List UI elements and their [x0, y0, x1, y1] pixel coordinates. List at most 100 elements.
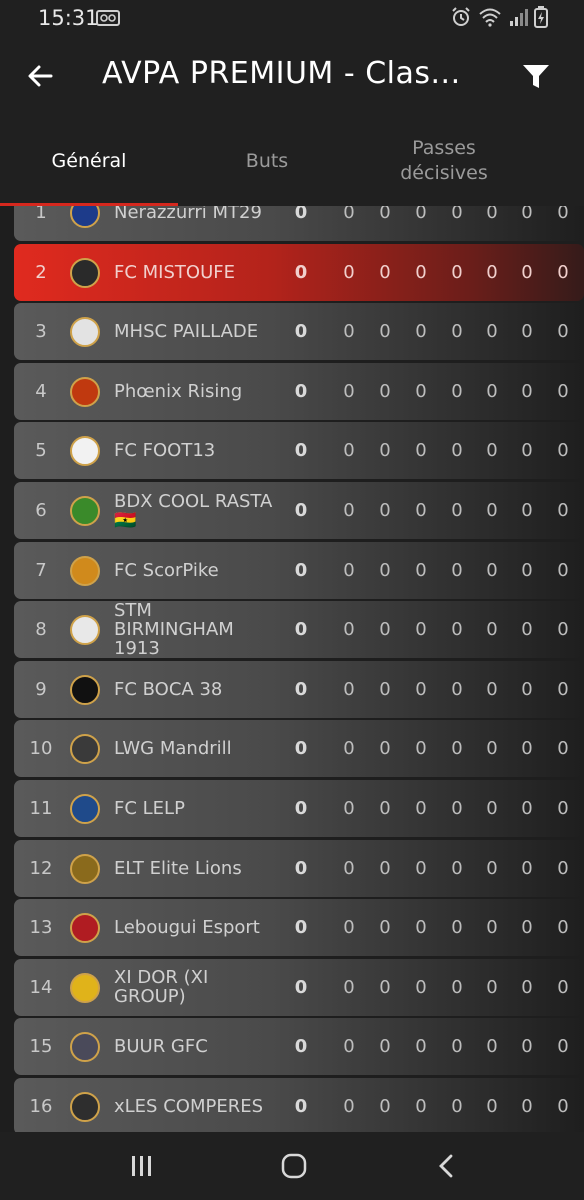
back-nav-button[interactable] [424, 1148, 468, 1184]
rank-cell: 16 [29, 1096, 53, 1117]
team-logo [70, 555, 100, 586]
team-logo [70, 257, 100, 288]
rank-cell: 6 [35, 500, 47, 521]
stat-cell: 0 [343, 261, 355, 283]
team-logo [70, 734, 100, 765]
arrow-left-icon [28, 65, 53, 87]
stat-cell: 0 [343, 206, 355, 223]
team-name: Lebougui Esport [114, 899, 274, 956]
rank-cell: 9 [35, 678, 47, 700]
page-title: AVPA PREMIUM - Clas... [102, 56, 461, 91]
status-time: 15:31 [38, 6, 99, 30]
rank-cell: 11 [29, 798, 53, 819]
points-cell: 0 [294, 857, 308, 879]
recent-apps-button[interactable] [120, 1148, 164, 1184]
stat-cell: 0 [486, 500, 498, 521]
tab-buts[interactable]: Buts [178, 116, 356, 206]
team-logo [70, 972, 100, 1003]
stat-cell: 0 [343, 619, 355, 641]
stat-cell: 0 [415, 857, 427, 879]
points-cell: 0 [294, 261, 308, 283]
table-row[interactable]: 13 Lebougui Esport 0 0 0 0 0 0 0 0 [14, 899, 584, 957]
rank-cell: 5 [35, 440, 47, 462]
stat-cell: 0 [379, 440, 391, 462]
team-name: BUUR GFC [114, 1018, 274, 1075]
stat-cell: 0 [486, 917, 498, 939]
table-row[interactable]: 5 FC FOOT13 0 0 0 0 0 0 0 0 [14, 422, 584, 480]
stat-cell: 0 [521, 321, 533, 343]
table-row[interactable]: 10 LWG Mandrill 0 0 0 0 0 0 0 0 [14, 720, 584, 778]
stat-cell: 0 [343, 500, 355, 521]
table-row[interactable]: 7 FC ScorPike 0 0 0 0 0 0 0 0 [14, 541, 584, 599]
stat-cell: 0 [557, 261, 569, 283]
table-row[interactable]: 6 BDX COOL RASTA 🇬🇭 0 0 0 0 0 0 0 0 [14, 482, 584, 539]
stat-cell: 0 [451, 500, 463, 521]
team-name-text: MHSC PAILLADE [114, 321, 259, 343]
table-row[interactable]: 16 xLES COMPERES 0 0 0 0 0 0 0 0 [14, 1078, 584, 1132]
team-logo [70, 1092, 100, 1122]
table-row[interactable]: 3 MHSC PAILLADE 0 0 0 0 0 0 0 0 [14, 303, 584, 361]
rank-cell: 13 [29, 917, 53, 939]
stat-cell: 0 [343, 440, 355, 462]
tab-general[interactable]: Général [0, 116, 178, 206]
team-logo [70, 376, 100, 407]
stat-cell: 0 [521, 1096, 533, 1117]
stat-cell: 0 [486, 738, 498, 760]
team-logo [70, 853, 100, 884]
team-name: FC ScorPike [114, 542, 274, 599]
stat-cell: 0 [451, 1096, 463, 1117]
stat-cell: 0 [486, 559, 498, 581]
team-name: LWG Mandrill [114, 720, 274, 777]
table-row[interactable]: 4 Phœnix Rising 0 0 0 0 0 0 0 0 [14, 362, 584, 420]
stat-cell: 0 [557, 559, 569, 581]
status-icons [450, 6, 548, 28]
table-row[interactable]: 1 Nerazzurri MT29 0 0 0 0 0 0 0 0 [14, 206, 584, 241]
team-name-text: STM BIRMINGHAM 1913 [114, 601, 234, 659]
rank-cell: 15 [29, 1036, 53, 1058]
table-row[interactable]: 14 XI DOR (XI GROUP) 0 0 0 0 0 0 0 0 [14, 958, 584, 1016]
team-name: MHSC PAILLADE [114, 303, 274, 360]
stat-cell: 0 [415, 559, 427, 581]
team-name-text: ELT Elite Lions [114, 857, 242, 879]
filter-button[interactable] [516, 56, 556, 96]
stat-cell: 0 [415, 321, 427, 343]
home-button[interactable] [272, 1148, 316, 1184]
stat-cell: 0 [451, 440, 463, 462]
team-name: STM BIRMINGHAM 1913 [114, 601, 274, 658]
team-logo [70, 913, 100, 944]
team-name: Phœnix Rising [114, 363, 274, 420]
table-row[interactable]: 2 FC MISTOUFE 0 0 0 0 0 0 0 0 [14, 243, 584, 301]
team-logo [70, 496, 100, 526]
stat-cell: 0 [415, 500, 427, 521]
tab-bar: Général Buts Passes décisives [0, 116, 584, 206]
stat-cell: 0 [486, 798, 498, 819]
stat-cell: 0 [415, 261, 427, 283]
stat-cell: 0 [415, 1036, 427, 1058]
points-cell: 0 [294, 321, 308, 343]
stat-cell: 0 [343, 738, 355, 760]
stat-cell: 0 [415, 738, 427, 760]
stat-cell: 0 [521, 559, 533, 581]
back-button[interactable] [20, 56, 60, 96]
stat-cell: 0 [415, 976, 427, 998]
standings-table[interactable]: 1 Nerazzurri MT29 0 0 0 0 0 0 0 0 2 FC MISTOUFE 0 0 0 0… [0, 206, 584, 1132]
stat-cell: 0 [486, 678, 498, 700]
table-row[interactable]: 12 ELT Elite Lions 0 0 0 0 0 0 0 0 [14, 839, 584, 897]
rank-cell: 10 [29, 738, 53, 760]
stat-cell: 0 [451, 976, 463, 998]
stat-cell: 0 [415, 1096, 427, 1117]
voicemail-icon [96, 10, 120, 26]
stat-cell: 0 [379, 1036, 391, 1058]
stat-cell: 0 [557, 798, 569, 819]
table-row[interactable]: 8 STM BIRMINGHAM 1913 0 0 0 0 0 0 0 0 [14, 601, 584, 659]
table-row[interactable]: 15 BUUR GFC 0 0 0 0 0 0 0 0 [14, 1018, 584, 1076]
stat-cell: 0 [451, 678, 463, 700]
stat-cell: 0 [451, 559, 463, 581]
stat-cell: 0 [343, 976, 355, 998]
table-row[interactable]: 9 FC BOCA 38 0 0 0 0 0 0 0 0 [14, 660, 584, 718]
tab-passes-decisives[interactable]: Passes décisives [356, 116, 532, 206]
table-row[interactable]: 11 FC LELP 0 0 0 0 0 0 0 0 [14, 780, 584, 837]
stat-cell: 0 [521, 500, 533, 521]
tab-general-label: Général [51, 149, 127, 172]
points-cell: 0 [294, 440, 308, 462]
